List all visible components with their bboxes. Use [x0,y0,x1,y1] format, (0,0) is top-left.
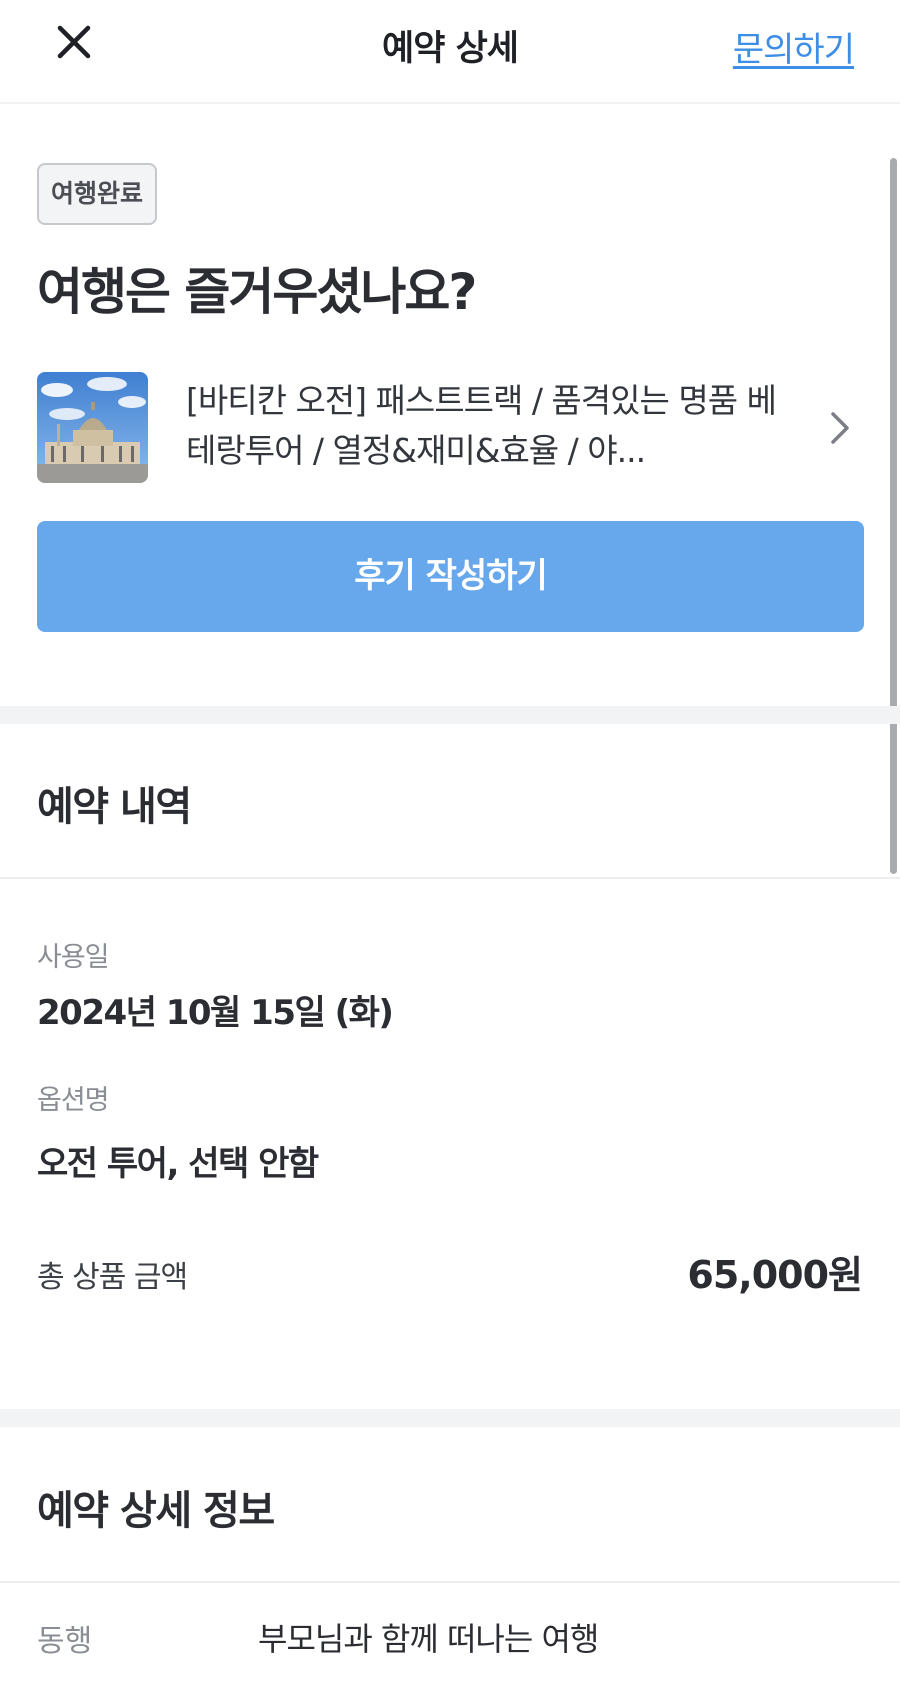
status-badge: 여행완료 [37,163,158,225]
scrollbar[interactable] [890,158,897,874]
companion-value: 부모님과 함께 떠나는 여행 [258,1620,599,1658]
product-thumbnail [37,372,148,483]
status-headline: 여행은 즐거우셨나요? [37,263,477,321]
top-app-bar: 예약 상세 문의하기 [0,0,900,104]
total-price-label: 총 상품 금액 [37,1260,188,1295]
section-divider [0,1409,900,1427]
divider [0,877,900,879]
product-link[interactable]: [바티칸 오전] 패스트트랙 / 품격있는 명품 베테랑투어 / 열정&재미&효… [37,372,857,484]
detail-section-title: 예약 상세 정보 [37,1488,275,1534]
section-divider [0,706,900,724]
option-value: 오전 투어, 선택 안함 [37,1144,319,1184]
option-label: 옵션명 [37,1085,110,1116]
divider [0,1581,900,1583]
product-title: [바티칸 오전] 패스트트랙 / 품격있는 명품 베테랑투어 / 열정&재미&효… [186,381,777,470]
companion-label: 동행 [37,1624,93,1659]
usage-date-value: 2024년 10월 15일 (화) [37,993,394,1033]
chevron-right-icon [821,408,857,448]
reservation-detail-page: 예약 상세 문의하기 여행완료 여행은 즐거우셨나요? [바티칸 오전] 패스트… [0,0,900,1688]
write-review-button[interactable]: 후기 작성하기 [37,521,864,632]
inquiry-link[interactable]: 문의하기 [733,22,855,71]
reservation-section-title: 예약 내역 [37,784,192,830]
total-price-value: 65,000원 [687,1253,863,1297]
usage-date-label: 사용일 [37,942,110,973]
